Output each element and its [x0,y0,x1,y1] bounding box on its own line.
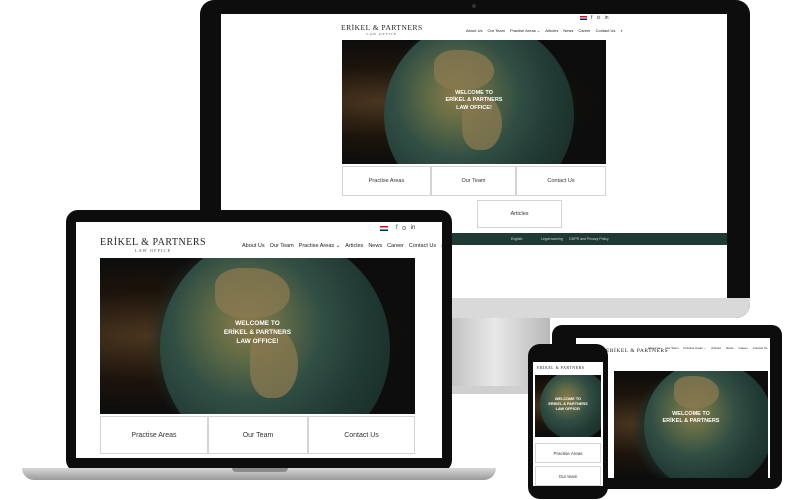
nav-contact-us[interactable]: Contact Us [409,243,436,250]
instagram-icon[interactable]: ⊙ [402,225,407,232]
nav-our-team[interactable]: Our Team [665,346,678,350]
laptop-hero-banner: WELCOME TO ERİKEL & PARTNERS LAW OFFICE! [100,258,415,414]
hero-line-2: ERİKEL & PARTNERS [223,328,292,336]
uk-flag-icon[interactable] [580,16,587,20]
logo-sub: LAW OFFICE [134,248,172,253]
nav-career[interactable]: Career [578,28,590,33]
laptop-social-bar: f ⊙ in [376,225,415,232]
hero-line-1: WELCOME TO [235,320,280,327]
laptop-logo[interactable]: ERİKEL & PARTNERS LAW OFFICE [100,237,206,253]
monitor-camera [472,4,476,8]
search-icon[interactable]: ⌕ [620,28,622,33]
continent-shape [674,376,719,408]
hero-welcome-text: WELCOME TO ERİKEL & PARTNERS LAW OFFICE! [535,397,601,412]
monitor-quick-links: Practise Areas Our Team Contact Us [342,166,606,196]
nav-articles[interactable]: Articles [545,28,558,33]
monitor-logo[interactable]: ERİKEL & PARTNERS LAW OFFICE [341,23,423,36]
instagram-icon[interactable]: ⊙ [596,15,600,21]
footer-privacy[interactable]: GDPR and Privacy Policy [569,237,609,241]
linkedin-icon[interactable]: in [605,15,609,21]
logo-name: ERİKEL & PARTNERS [100,237,207,248]
phone-hero-banner: WELCOME TO ERİKEL & PARTNERS LAW OFFICE! [535,375,601,437]
hero-welcome-text: WELCOME TO ERİKEL & PARTNERS [614,411,768,426]
continent-shape [215,268,290,318]
nav-practise-areas[interactable]: Practise Areas ⌄ [299,243,341,250]
facebook-icon[interactable]: f [396,225,398,232]
nav-our-team[interactable]: Our Team [270,243,294,250]
monitor-social-bar: f ⊙ in [576,15,609,21]
laptop-notch [232,468,288,472]
hero-welcome-text: WELCOME TO ERİKEL & PARTNERS LAW OFFICE! [100,320,415,346]
box-our-team[interactable]: Our Team [208,416,308,454]
laptop-nav: About Us Our Team Practise Areas ⌄ Artic… [242,243,442,250]
search-icon[interactable]: ⌕ [441,243,442,250]
monitor-hero-banner: WELCOME TO ERİKEL & PARTNERS LAW OFFICE! [342,40,606,164]
nav-news[interactable]: News [563,28,573,33]
laptop-quick-links: Practise Areas Our Team Contact Us [100,416,415,454]
box-our-team[interactable]: Our Team [431,166,516,196]
laptop-screen: f ⊙ in ERİKEL & PARTNERS LAW OFFICE Abou… [76,222,442,458]
nav-about-us[interactable]: About Us [648,346,660,350]
box-contact-us[interactable]: Contact Us [516,166,606,196]
nav-about-us[interactable]: About Us [242,243,265,250]
facebook-icon[interactable]: f [591,15,592,21]
nav-about-us[interactable]: About Us [466,28,482,33]
tablet-nav: About Us Our Team Practise Areas ⌄ Artic… [648,346,770,350]
hero-line-2: ERİKEL & PARTNERS [445,97,503,104]
box-contact-us[interactable]: Contact Us [308,416,415,454]
box-practise-areas[interactable]: Practise Areas [535,443,601,463]
hero-line-3: LAW OFFICE! [456,104,492,111]
monitor-nav: About Us Our Team Practise Areas ⌄ Artic… [466,28,628,33]
footer-legal-warning[interactable]: Legal warning [541,237,563,241]
nav-practise-areas[interactable]: Practise Areas ⌄ [683,346,706,350]
uk-flag-icon[interactable] [380,226,388,231]
phone-screen: ERİKEL & PARTNERS WELCOME TO ERİKEL & PA… [533,362,603,486]
nav-news[interactable]: News [726,346,734,350]
nav-contact-us[interactable]: Contact Us [753,346,768,350]
hero-welcome-text: WELCOME TO ERİKEL & PARTNERS LAW OFFICE! [342,90,606,112]
box-practise-areas[interactable]: Practise Areas [342,166,431,196]
logo-sub: LAW OFFICE [366,32,398,36]
linkedin-icon[interactable]: in [411,225,416,232]
box-articles[interactable]: Articles [477,200,562,228]
box-practise-areas[interactable]: Practise Areas [100,416,208,454]
tablet-hero-banner: WELCOME TO ERİKEL & PARTNERS [614,371,768,478]
hero-line-3: LAW OFFICE! [236,337,279,345]
logo-name: ERİKEL & PARTNERS [537,365,585,370]
nav-career[interactable]: Career [387,243,404,250]
nav-our-team[interactable]: Our Team [487,28,505,33]
logo-name: ERİKEL & PARTNERS [341,23,423,32]
box-our-team[interactable]: Our team [535,466,601,486]
nav-articles[interactable]: Articles [345,243,363,250]
phone-logo[interactable]: ERİKEL & PARTNERS [537,365,585,370]
nav-news[interactable]: News [368,243,382,250]
nav-articles[interactable]: Articles [711,346,721,350]
nav-practise-areas[interactable]: Practise Areas ⌄ [510,28,540,33]
nav-career[interactable]: Career [739,346,748,350]
nav-contact-us[interactable]: Contact Us [596,28,616,33]
hero-line-2: ERİKEL & PARTNERS [662,418,720,425]
footer-language[interactable]: English [511,237,522,241]
hero-line-3: LAW OFFICE! [555,407,581,412]
continent-shape [434,50,494,90]
